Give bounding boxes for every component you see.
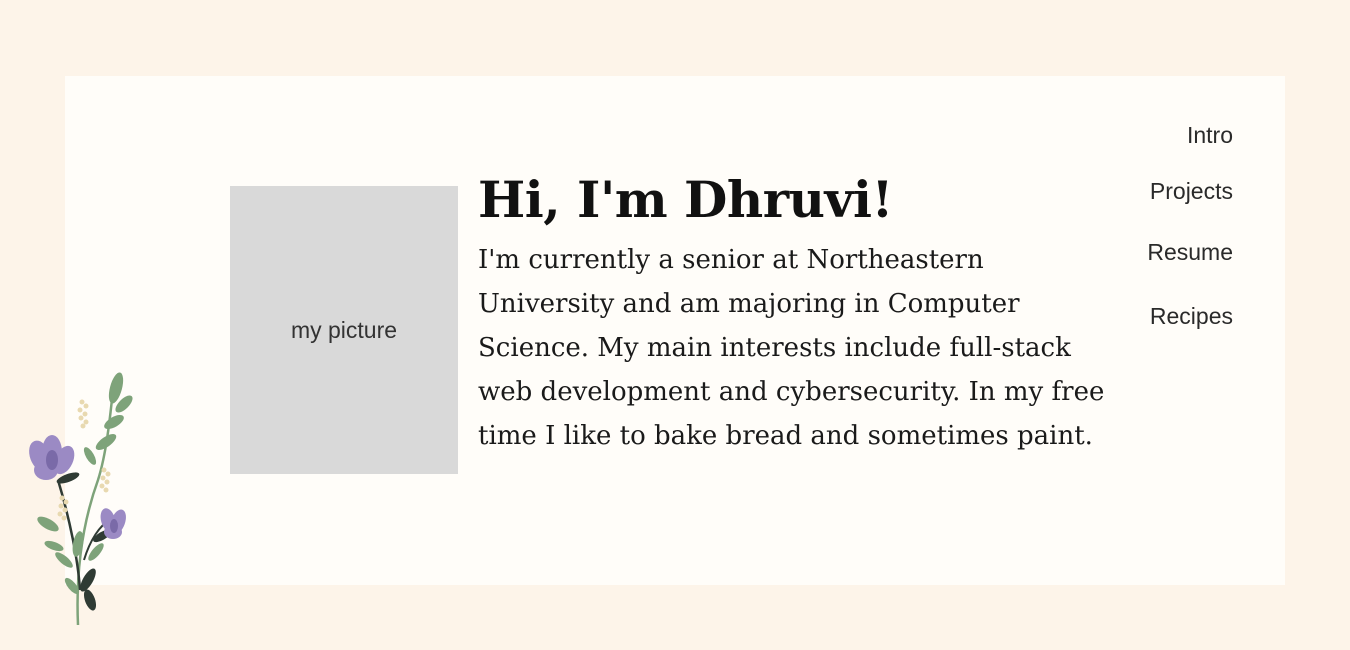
profile-picture-placeholder: my picture	[230, 186, 458, 474]
nav-link-projects[interactable]: Projects	[1147, 176, 1233, 206]
lavender-flower-icon	[29, 372, 133, 626]
nav-link-resume[interactable]: Resume	[1147, 237, 1233, 267]
main-nav: Intro Projects Resume Recipes	[1147, 120, 1233, 331]
intro-section: Hi, I'm Dhruvi! I'm currently a senior a…	[478, 168, 1108, 458]
content-card: Intro Projects Resume Recipes my picture…	[65, 76, 1285, 585]
nav-link-intro[interactable]: Intro	[1147, 120, 1233, 150]
intro-bio: I'm currently a senior at Northeastern U…	[478, 245, 1105, 451]
intro-heading: Hi, I'm Dhruvi!	[478, 170, 893, 229]
profile-picture-label: my picture	[290, 316, 398, 343]
nav-link-recipes[interactable]: Recipes	[1147, 301, 1233, 331]
